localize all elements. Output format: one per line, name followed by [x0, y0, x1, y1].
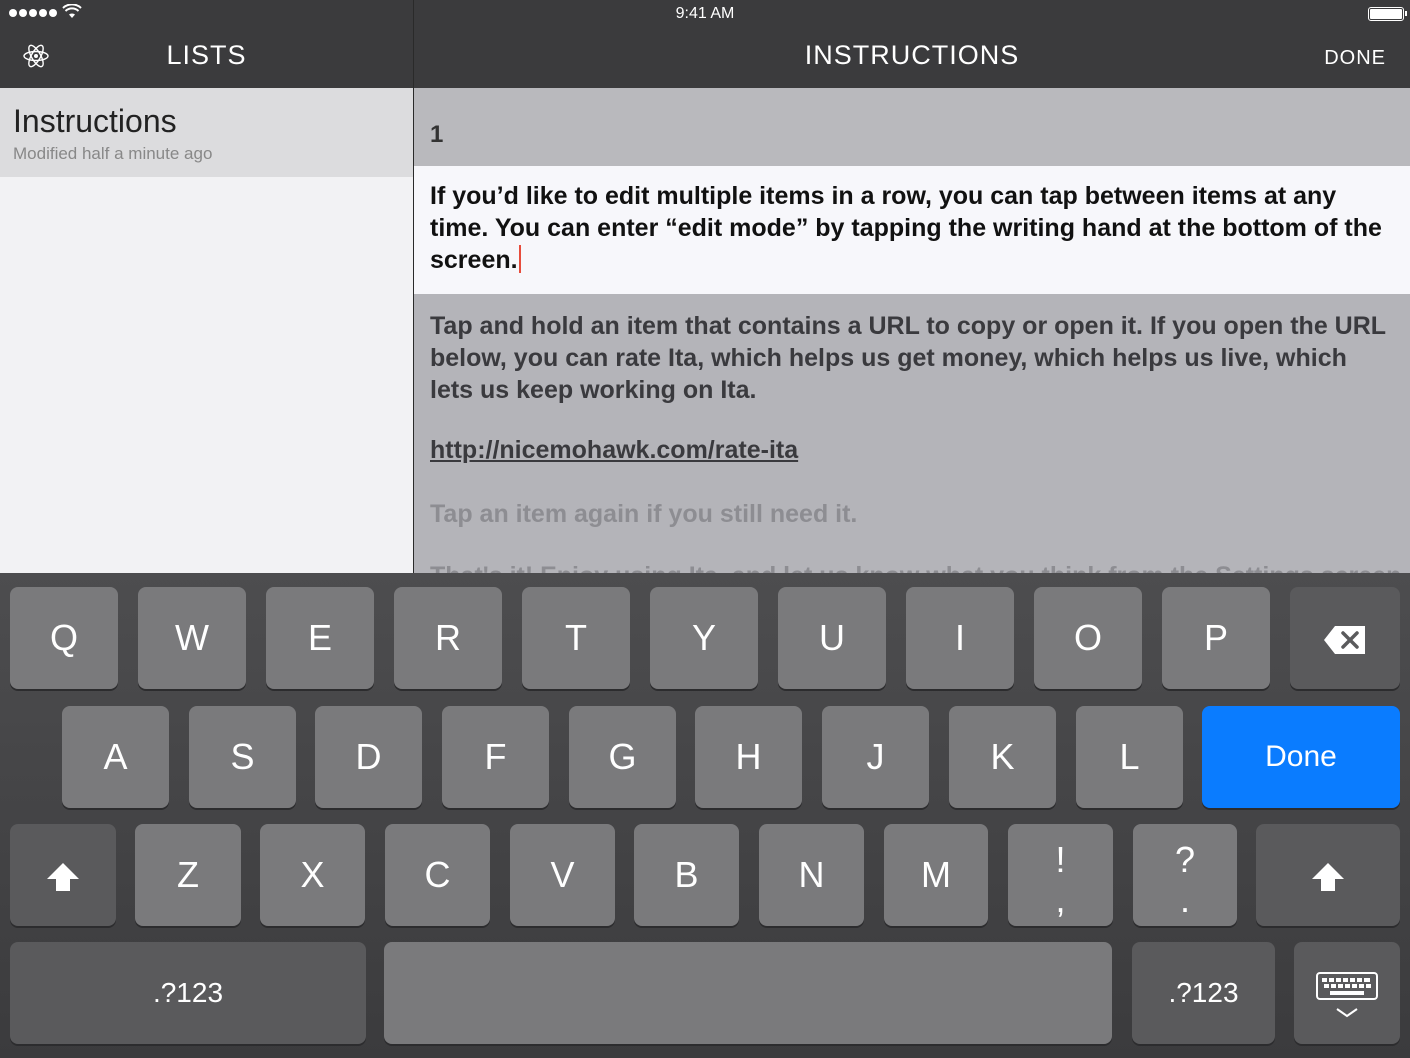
key-a[interactable]: A — [62, 706, 169, 808]
sidebar: Instructions Modified half a minute ago — [0, 88, 413, 573]
battery-icon — [1368, 7, 1407, 21]
hint-text: Tap an item again if you still need it. — [430, 500, 858, 528]
truncated-text: That's it! Enjoy using Ita, and let us k… — [430, 560, 1410, 573]
key-period-label: . — [1179, 879, 1190, 920]
editing-item-text[interactable]: If you’d like to edit multiple items in … — [430, 182, 1382, 274]
editing-item[interactable]: If you’d like to edit multiple items in … — [414, 166, 1410, 294]
list-item-subtitle: Modified half a minute ago — [13, 144, 213, 163]
key-t[interactable]: T — [522, 587, 630, 689]
key-l[interactable]: L — [1076, 706, 1183, 808]
key-y[interactable]: Y — [650, 587, 758, 689]
key-e[interactable]: E — [266, 587, 374, 689]
rate-link[interactable]: http://nicemohawk.com/rate-ita — [430, 434, 798, 466]
key-d[interactable]: D — [315, 706, 422, 808]
lists-title: LISTS — [166, 40, 247, 70]
key-exclaim-comma[interactable]: ! , — [1008, 824, 1113, 926]
key-j[interactable]: J — [822, 706, 929, 808]
keyboard-dismiss-icon — [1316, 972, 1378, 1018]
list-item[interactable]: Tap and hold an item that contains a URL… — [414, 294, 1410, 573]
keyboard: Q W E R T Y U I O P A S D F G H J K L Do… — [0, 573, 1410, 1058]
key-g[interactable]: G — [569, 706, 676, 808]
row-number: 1 — [430, 121, 444, 148]
done-key[interactable]: Done — [1202, 706, 1400, 808]
shift-key-right[interactable] — [1256, 824, 1400, 926]
text-caret — [518, 245, 521, 273]
numbers-key-left[interactable]: .?123 — [10, 942, 366, 1044]
key-n[interactable]: N — [759, 824, 864, 926]
key-c[interactable]: C — [385, 824, 490, 926]
page-title: INSTRUCTIONS — [804, 40, 1020, 70]
shift-icon — [1312, 863, 1344, 892]
key-s[interactable]: S — [189, 706, 296, 808]
key-u[interactable]: U — [778, 587, 886, 689]
list-row-header[interactable]: 1 — [414, 88, 1410, 166]
key-question-label: ? — [1174, 839, 1196, 880]
key-x[interactable]: X — [260, 824, 365, 926]
numbers-key-right[interactable]: .?123 — [1132, 942, 1275, 1044]
key-question-period[interactable]: ? . — [1133, 824, 1237, 926]
key-h[interactable]: H — [695, 706, 802, 808]
status-time: 9:41 AM — [675, 5, 735, 22]
key-comma-label: , — [1055, 879, 1066, 920]
list-item-title: Instructions — [13, 103, 177, 139]
key-q[interactable]: Q — [10, 587, 118, 689]
dismiss-keyboard-key[interactable] — [1294, 942, 1400, 1044]
key-f[interactable]: F — [442, 706, 549, 808]
space-key[interactable] — [384, 942, 1112, 1044]
list-item-text: Tap and hold an item that contains a URL… — [430, 312, 1386, 404]
backspace-icon — [1324, 626, 1365, 655]
key-k[interactable]: K — [949, 706, 1056, 808]
key-r[interactable]: R — [394, 587, 502, 689]
list-item-instructions[interactable]: Instructions Modified half a minute ago — [0, 88, 413, 177]
key-b[interactable]: B — [634, 824, 739, 926]
key-z[interactable]: Z — [135, 824, 241, 926]
key-i[interactable]: I — [906, 587, 1014, 689]
key-exclaim-label: ! — [1055, 839, 1066, 880]
shift-icon — [47, 863, 79, 892]
shift-key-left[interactable] — [10, 824, 116, 926]
backspace-key[interactable] — [1290, 587, 1400, 689]
key-w[interactable]: W — [138, 587, 246, 689]
key-m[interactable]: M — [884, 824, 988, 926]
key-v[interactable]: V — [510, 824, 615, 926]
navigation-bar: 9:41 AM LISTS INSTRUCTIONS DONE — [0, 0, 1410, 88]
list-content: 1 If you’d like to edit multiple items i… — [414, 88, 1410, 573]
done-button[interactable]: DONE — [1324, 47, 1386, 70]
key-o[interactable]: O — [1034, 587, 1142, 689]
key-p[interactable]: P — [1162, 587, 1270, 689]
